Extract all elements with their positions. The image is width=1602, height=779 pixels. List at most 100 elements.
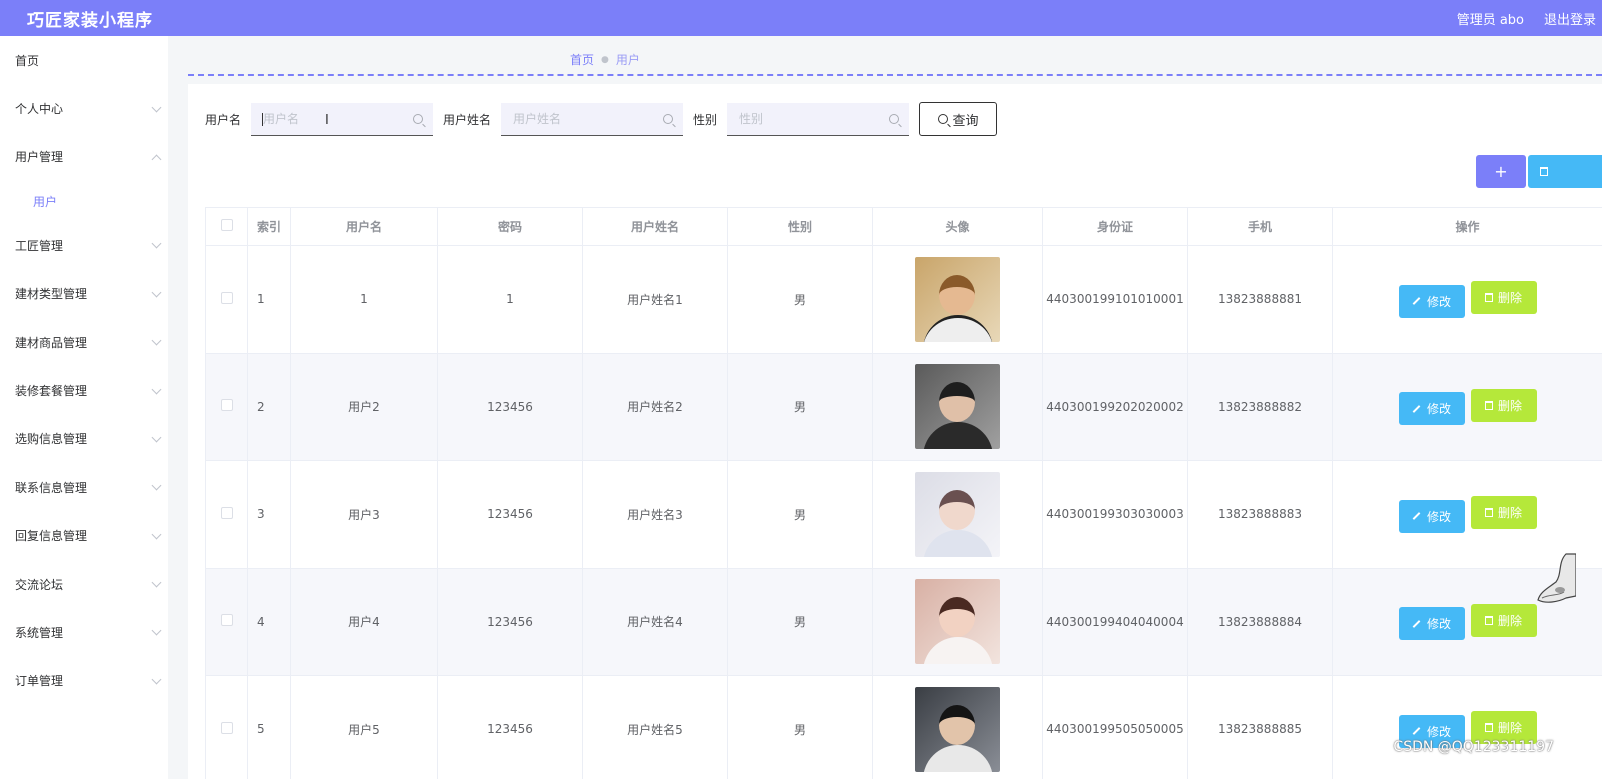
column-header: 头像 [872,207,1043,246]
logout-link[interactable]: 退出登录 [1544,9,1602,28]
row-checkbox[interactable] [220,399,233,412]
search-bar: 用户名 用户名 I 用户姓名 用户姓名 性别 性别 查询 [205,102,998,136]
row-select-cell[interactable] [205,460,248,569]
index-cell: 5 [247,675,291,779]
row-select-cell[interactable] [205,567,248,676]
phone-cell: 13823888882 [1187,352,1333,461]
chevron-down-icon [151,384,162,394]
sidebar-item-reply-info[interactable]: 回复信息管理 [0,512,168,560]
realname-input[interactable]: 用户姓名 [501,102,684,136]
phone-cell: 13823888881 [1187,245,1333,354]
edit-button[interactable]: 修改 [1398,284,1465,318]
index-cell: 4 [247,567,291,676]
row-checkbox[interactable] [220,614,233,627]
avatar-head [939,489,975,530]
sidebar-item-label: 建材类型管理 [15,287,88,302]
sidebar-item-home[interactable]: 首页 [0,36,168,84]
idcard-cell: 440300199202020002 [1042,352,1188,461]
row-checkbox[interactable] [220,721,233,734]
watermark: CSDN @QQ123311197 [1393,739,1554,755]
edit-icon [1412,512,1421,520]
phone-cell: 13823888884 [1187,567,1333,676]
column-header: 索引 [247,207,291,246]
edit-button[interactable]: 修改 [1398,392,1465,425]
query-button[interactable]: 查询 [919,102,998,136]
avatar-body [923,744,993,772]
sidebar-item-forum[interactable]: 交流论坛 [0,560,168,608]
sidebar-item-user-management[interactable]: 用户管理 [0,133,168,181]
sidebar-item-label: 系统管理 [15,625,64,640]
edit-button[interactable]: 修改 [1398,499,1465,533]
search-icon [413,113,424,124]
realname-cell: 用户姓名4 [582,567,728,676]
column-header: 用户姓名 [582,207,728,246]
breadcrumb-separator-icon: ● [601,54,609,65]
row-select-cell[interactable] [205,352,248,461]
select-all-checkbox[interactable] [220,219,233,231]
trash-icon [1484,508,1493,517]
edit-label: 修改 [1426,617,1451,631]
sidebar-item-craftsman[interactable]: 工匠管理 [0,221,168,269]
delete-button[interactable]: 删除 [1470,281,1537,314]
sidebar-item-contact-info[interactable]: 联系信息管理 [0,463,168,511]
sidebar-item-package[interactable]: 装修套餐管理 [0,366,168,414]
text-caret [262,112,264,126]
avatar [915,579,1000,665]
trash-icon [1484,615,1493,625]
sidebar-item-label: 装修套餐管理 [15,384,88,399]
row-select-cell[interactable] [205,245,248,354]
avatar-body [923,637,993,665]
gender-cell: 男 [727,675,873,779]
breadcrumb-home[interactable]: 首页 [570,51,594,68]
sidebar: 首页 个人中心 用户管理 用户 工匠管理 建材类型管理 建材商品管理 装修套餐管… [0,36,168,779]
avatar [915,364,1000,450]
sidebar-item-material-goods[interactable]: 建材商品管理 [0,318,168,366]
sidebar-item-material-type[interactable]: 建材类型管理 [0,270,168,318]
breadcrumb-current: 用户 [615,53,640,67]
column-header: 用户名 [290,207,438,246]
avatar-head [939,382,975,423]
edit-button[interactable]: 修改 [1398,607,1465,640]
realname-cell: 用户姓名2 [582,352,728,461]
chevron-down-icon [151,432,162,443]
trash-icon [1484,723,1493,732]
avatar [915,471,1000,557]
gender-input[interactable]: 性别 [727,102,910,136]
column-header: 手机 [1187,207,1333,246]
sidebar-item-personal-center[interactable]: 个人中心 [0,84,168,132]
avatar-cell [872,567,1043,676]
sidebar-item-orders[interactable]: 订单管理 [0,657,168,705]
sidebar-item-label: 联系信息管理 [15,480,88,495]
sidebar-item-purchase-info[interactable]: 选购信息管理 [0,415,168,463]
chevron-up-icon [151,154,162,165]
avatar-body [923,422,993,450]
row-checkbox[interactable] [220,506,233,519]
delete-button[interactable]: 删除 [1470,603,1537,637]
avatar-head [939,274,975,315]
delete-label: 删除 [1497,721,1522,735]
sidebar-item-label: 工匠管理 [15,238,64,253]
add-button[interactable]: + [1476,155,1526,188]
phone-cell: 13823888883 [1187,460,1333,569]
row-checkbox[interactable] [220,291,233,304]
select-all-cell[interactable] [205,207,248,246]
username-cell: 用户4 [290,567,438,676]
password-cell: 1 [437,245,583,354]
sidebar-item-label: 选购信息管理 [15,432,88,447]
trash-icon [1540,167,1548,176]
delete-button[interactable]: 删除 [1470,388,1537,422]
edit-icon [1412,297,1421,305]
password-cell: 123456 [437,460,583,569]
sidebar-item-system[interactable]: 系统管理 [0,608,168,656]
delete-button[interactable]: 删除 [1470,496,1537,529]
decoration-mascot-icon [1537,553,1576,603]
row-select-cell[interactable] [205,675,248,779]
batch-delete-button[interactable] [1528,155,1602,188]
admin-name: 管理员 abo [1456,12,1524,28]
top-bar: 巧匠家装小程序 管理员 abo 退出登录 [0,0,1602,36]
trash-icon [1484,400,1493,410]
username-input[interactable]: 用户名 I [251,102,434,136]
index-cell: 3 [247,460,291,569]
username-cell: 1 [290,245,438,354]
sidebar-subitem-user[interactable]: 用户 [0,181,168,221]
